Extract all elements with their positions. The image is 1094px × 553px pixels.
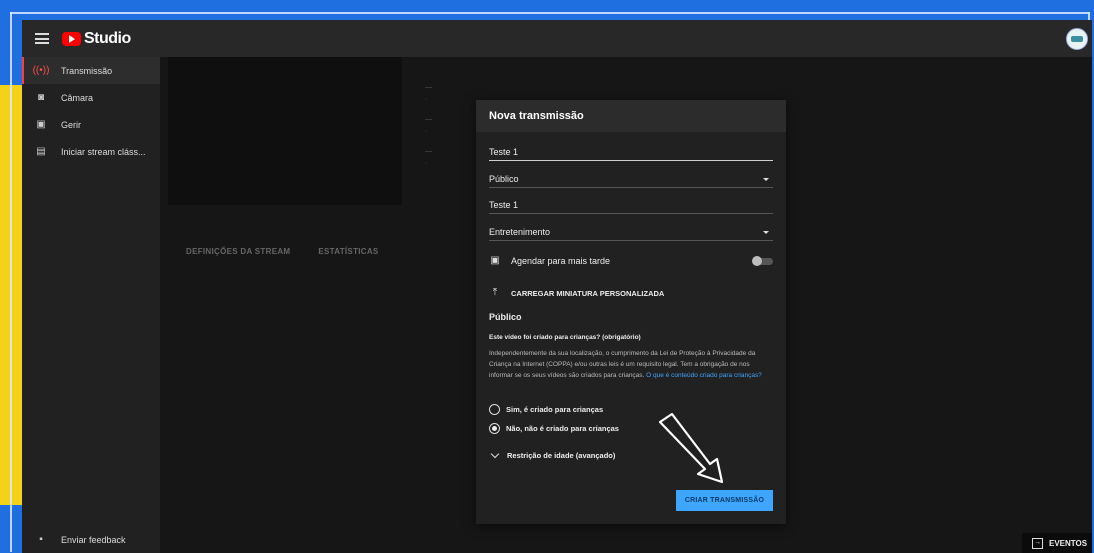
exit-icon: → <box>1032 537 1043 549</box>
dropdown-arrow-icon <box>763 231 769 234</box>
sidebar-item-label: Gerir <box>61 119 81 130</box>
title-value: Teste 1 <box>489 147 519 157</box>
dropdown-arrow-icon <box>763 178 769 181</box>
tab-definicoes[interactable]: DEFINIÇÕES DA STREAM <box>186 247 290 256</box>
sidebar-item-iniciar-stream[interactable]: ▤ Iniciar stream cláss... <box>22 138 160 165</box>
schedule-label: Agendar para mais tarde <box>511 256 611 266</box>
sidebar-item-label: Enviar feedback <box>61 534 126 545</box>
privacy-value: Público <box>489 174 519 184</box>
logo-text: Studio <box>84 29 131 47</box>
coppa-description: Independentemente da sua localização, o … <box>489 348 774 381</box>
device-icon: ▤ <box>36 146 46 157</box>
annotation-arrow-icon <box>658 412 724 484</box>
category-value: Entretenimento <box>489 227 551 237</box>
radio-no-label: Não, não é criado para crianças <box>506 424 619 433</box>
age-restriction-expander[interactable]: Restrição de idade (avançado) <box>490 449 616 460</box>
radio-checked-icon <box>489 423 500 434</box>
radio-made-for-kids-yes[interactable]: Sim, é criado para crianças <box>489 404 603 415</box>
description-field[interactable]: Teste 1 <box>489 197 773 214</box>
create-stream-button[interactable]: CRIAR TRANSMISSÃO <box>676 490 773 511</box>
camera-icon: ◙ <box>37 92 45 103</box>
hamburger-menu-icon[interactable] <box>35 33 49 44</box>
radio-made-for-kids-no[interactable]: Não, não é criado para crianças <box>489 423 619 434</box>
chevron-down-icon <box>490 449 500 459</box>
youtube-logo-icon <box>62 31 81 46</box>
category-select[interactable]: Entretenimento <box>489 224 773 241</box>
events-button[interactable]: → EVENTOS <box>1022 533 1092 553</box>
events-label: EVENTOS <box>1049 538 1088 548</box>
upload-label: CARREGAR MINIATURA PERSONALIZADA <box>511 288 665 298</box>
title-field[interactable]: Teste 1 <box>489 144 773 161</box>
upload-icon: ⤒ <box>492 287 498 298</box>
made-for-kids-link[interactable]: O que é conteúdo criado para crianças? <box>646 372 762 379</box>
sidebar-item-transmissao[interactable]: ((•)) Transmissão <box>22 57 160 84</box>
description-value: Teste 1 <box>489 200 519 210</box>
stream-details-faded: — · — · — · <box>425 84 432 167</box>
decorative-frame-top <box>10 12 1090 14</box>
sidebar-item-label: Iniciar stream cláss... <box>61 146 146 157</box>
sidebar-item-label: Transmissão <box>61 65 113 76</box>
audience-section-title: Público <box>489 312 522 322</box>
dialog-title: Nova transmissão <box>476 100 786 132</box>
live-icon: ((•)) <box>32 65 50 76</box>
studio-logo[interactable]: Studio <box>62 30 131 48</box>
tab-estatisticas[interactable]: ESTATÍSTICAS <box>318 247 378 256</box>
made-for-kids-question: Este vídeo foi criado para crianças? (ob… <box>489 334 641 341</box>
calendar-icon: ▣ <box>490 255 500 266</box>
sidebar-item-camara[interactable]: ◙ Câmara <box>22 84 160 111</box>
calendar-icon: ▣ <box>36 119 46 130</box>
upload-thumbnail-button[interactable]: ⤒ CARREGAR MINIATURA PERSONALIZADA <box>489 287 773 299</box>
advanced-label: Restrição de idade (avançado) <box>507 451 616 460</box>
schedule-row: ▣ Agendar para mais tarde <box>489 255 773 267</box>
feedback-icon: ▪ <box>39 534 43 545</box>
stream-tabs: DEFINIÇÕES DA STREAM ESTATÍSTICAS <box>186 247 379 256</box>
sidebar: ((•)) Transmissão ◙ Câmara ▣ Gerir ▤ Ini… <box>22 57 160 553</box>
radio-yes-label: Sim, é criado para crianças <box>506 405 604 414</box>
privacy-select[interactable]: Público <box>489 171 773 188</box>
schedule-toggle[interactable] <box>752 255 773 266</box>
new-stream-dialog: Nova transmissão Teste 1 Público Teste 1… <box>476 100 786 524</box>
sidebar-item-feedback[interactable]: ▪ Enviar feedback <box>22 526 160 553</box>
sidebar-item-gerir[interactable]: ▣ Gerir <box>22 111 160 138</box>
radio-unchecked-icon <box>489 404 500 415</box>
avatar[interactable] <box>1066 28 1088 50</box>
decorative-frame-left <box>10 12 12 552</box>
top-bar: Studio <box>22 20 1092 57</box>
sidebar-item-label: Câmara <box>61 92 94 103</box>
stream-preview <box>168 57 402 205</box>
